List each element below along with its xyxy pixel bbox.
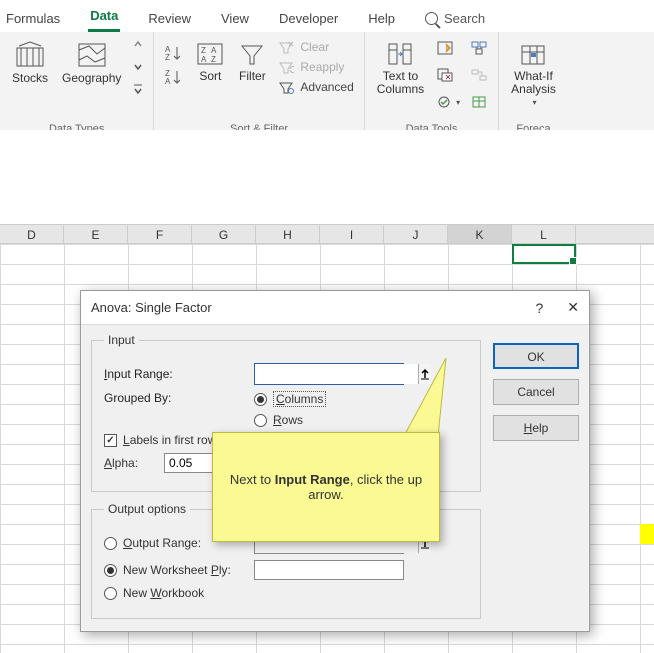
clear-button[interactable]: Clear: [278, 40, 353, 54]
sort-az-button[interactable]: AZ: [164, 44, 184, 62]
col-header[interactable]: L: [512, 225, 576, 243]
search-icon: [425, 12, 438, 25]
consolidate-button[interactable]: [470, 40, 488, 59]
stocks-button[interactable]: Stocks: [10, 38, 50, 87]
col-header[interactable]: E: [64, 225, 128, 243]
output-legend: Output options: [104, 502, 190, 516]
tab-view[interactable]: View: [219, 7, 251, 32]
svg-text:A: A: [211, 46, 217, 55]
advanced-button[interactable]: Advanced: [278, 80, 353, 94]
dialog-button-column: OK Cancel Help: [493, 329, 579, 629]
alpha-label: Alpha:: [104, 456, 164, 470]
tab-developer[interactable]: Developer: [277, 7, 340, 32]
group-data-tools: Text to Columns ▾ Data Tools: [365, 32, 499, 137]
what-if-icon: [519, 40, 547, 68]
datatypes-prev-icon[interactable]: [133, 38, 143, 52]
relationships-button[interactable]: [470, 67, 488, 86]
input-range-field: [254, 363, 404, 385]
svg-text:A: A: [165, 77, 171, 86]
dialog-titlebar[interactable]: Anova: Single Factor ? ✕: [81, 291, 589, 325]
text-to-columns-button[interactable]: Text to Columns: [375, 38, 426, 98]
remove-duplicates-button[interactable]: [436, 67, 460, 86]
svg-text:Z: Z: [201, 46, 206, 55]
radio-icon: [254, 393, 267, 406]
dialog-close-icon[interactable]: ✕: [567, 299, 579, 316]
tab-formulas[interactable]: Formulas: [4, 7, 62, 32]
geography-label: Geography: [62, 72, 121, 85]
search-tab[interactable]: Search: [423, 7, 487, 32]
radio-icon: [104, 537, 117, 550]
column-headers: D E F G H I J K L: [0, 224, 654, 244]
tab-data[interactable]: Data: [88, 4, 120, 32]
search-label: Search: [444, 11, 485, 26]
manage-data-model-button[interactable]: [470, 94, 488, 113]
new-workbook-radio[interactable]: New Workbook: [104, 586, 204, 600]
filter-icon: [238, 40, 266, 68]
col-header[interactable]: J: [384, 225, 448, 243]
checkbox-icon: [104, 434, 117, 447]
dialog-help-icon[interactable]: ?: [535, 300, 543, 316]
col-header[interactable]: H: [256, 225, 320, 243]
input-range-label: Input Range:: [104, 367, 254, 381]
stocks-label: Stocks: [12, 72, 48, 85]
text-to-columns-label: Text to Columns: [377, 70, 424, 96]
col-header[interactable]: D: [0, 225, 64, 243]
grouped-rows-radio[interactable]: Rows: [254, 413, 326, 427]
ok-button[interactable]: OK: [493, 343, 579, 369]
col-header[interactable]: G: [192, 225, 256, 243]
tab-review[interactable]: Review: [146, 7, 193, 32]
cancel-button[interactable]: Cancel: [493, 379, 579, 405]
highlighted-cell-fragment: [640, 524, 654, 544]
active-cell[interactable]: [512, 244, 576, 264]
geography-button[interactable]: Geography: [60, 38, 123, 87]
text-to-columns-icon: [386, 40, 414, 68]
sort-button[interactable]: ZAAZ Sort: [194, 38, 226, 85]
radio-icon: [104, 564, 117, 577]
ribbon-tabs: Formulas Data Review View Developer Help…: [0, 0, 654, 32]
grouped-columns-radio[interactable]: Columns: [254, 391, 326, 407]
sort-label: Sort: [199, 70, 221, 83]
dialog-title: Anova: Single Factor: [91, 300, 212, 315]
new-worksheet-ply-radio[interactable]: New Worksheet Ply:: [104, 563, 254, 577]
what-if-label: What-If Analysis: [511, 70, 556, 96]
instruction-callout: Next to Input Range, click the up arrow.: [212, 432, 440, 542]
svg-text:A: A: [201, 55, 207, 64]
datatypes-next-icon[interactable]: [133, 61, 143, 75]
tab-help[interactable]: Help: [366, 7, 397, 32]
geography-icon: [77, 40, 107, 70]
group-forecast: What-If Analysis▾ Foreca: [499, 32, 568, 137]
filter-button[interactable]: Filter: [236, 38, 268, 85]
datatypes-more-icon[interactable]: [133, 83, 143, 98]
col-header[interactable]: F: [128, 225, 192, 243]
col-header[interactable]: I: [320, 225, 384, 243]
svg-text:Z: Z: [165, 53, 170, 62]
what-if-button[interactable]: What-If Analysis▾: [509, 38, 558, 109]
input-legend: Input: [104, 333, 139, 347]
ribbon-body: Stocks Geography Data Types: [0, 32, 654, 138]
data-validation-button[interactable]: ▾: [436, 94, 460, 110]
grouped-by-label: Grouped By:: [104, 391, 254, 405]
labels-first-row-checkbox[interactable]: Labels in first row: [104, 433, 216, 447]
group-sort-filter: AZ ZA ZAAZ Sort Filter: [154, 32, 364, 137]
help-button[interactable]: Help: [493, 415, 579, 441]
radio-icon: [254, 414, 267, 427]
reapply-button[interactable]: Reapply: [278, 60, 353, 74]
sort-icon: ZAAZ: [196, 40, 224, 68]
stocks-icon: [15, 40, 45, 70]
flash-fill-button[interactable]: [436, 40, 460, 59]
radio-icon: [104, 587, 117, 600]
col-header[interactable]: K: [448, 225, 512, 243]
new-worksheet-ply-input[interactable]: [254, 560, 404, 580]
sort-za-button[interactable]: ZA: [164, 68, 184, 86]
group-data-types: Stocks Geography Data Types: [0, 32, 154, 137]
input-range-input[interactable]: [255, 364, 418, 384]
svg-text:Z: Z: [211, 55, 216, 64]
filter-label: Filter: [239, 70, 266, 83]
